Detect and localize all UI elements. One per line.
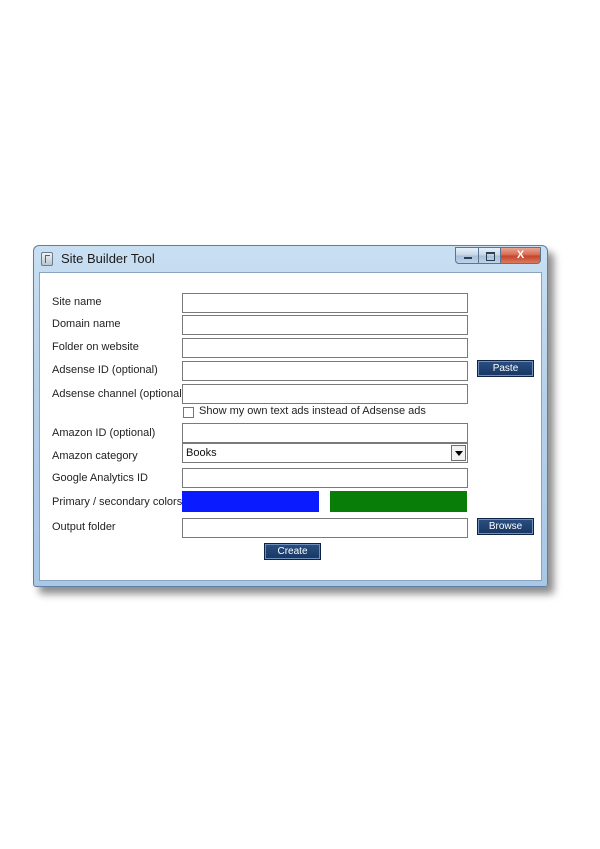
amazon-id-label: Amazon ID (optional) — [52, 427, 156, 439]
adsense-id-label: Adsense ID (optional) — [52, 364, 158, 376]
title-bar[interactable]: Site Builder Tool X — [34, 246, 547, 272]
own-text-ads-checkbox[interactable] — [183, 407, 194, 418]
site-builder-window: Site Builder Tool X Site name Domain nam… — [33, 245, 548, 587]
minimize-icon[interactable] — [455, 247, 479, 264]
google-analytics-id-label: Google Analytics ID — [52, 472, 148, 484]
folder-on-website-label: Folder on website — [52, 341, 139, 353]
chevron-down-icon[interactable] — [451, 445, 466, 461]
amazon-category-label: Amazon category — [52, 450, 138, 462]
google-analytics-id-input[interactable] — [182, 468, 468, 488]
browse-button[interactable]: Browse — [477, 518, 534, 535]
amazon-category-value: Books — [186, 447, 217, 459]
output-folder-input[interactable] — [182, 518, 468, 538]
close-icon[interactable]: X — [501, 247, 541, 264]
folder-on-website-input[interactable] — [182, 338, 468, 358]
output-folder-label: Output folder — [52, 521, 116, 533]
colors-label: Primary / secondary colors — [52, 496, 183, 508]
window-controls: X — [455, 247, 541, 264]
primary-color-swatch[interactable] — [182, 491, 319, 512]
secondary-color-swatch[interactable] — [330, 491, 467, 512]
maximize-icon[interactable] — [479, 247, 501, 264]
amazon-id-input[interactable] — [182, 423, 468, 443]
paste-button[interactable]: Paste — [477, 360, 534, 377]
adsense-channel-label: Adsense channel (optional) — [52, 388, 186, 400]
domain-name-input[interactable] — [182, 315, 468, 335]
app-icon — [41, 252, 53, 266]
domain-name-label: Domain name — [52, 318, 121, 330]
create-button[interactable]: Create — [264, 543, 321, 560]
own-text-ads-label: Show my own text ads instead of Adsense … — [199, 405, 426, 417]
site-name-label: Site name — [52, 296, 102, 308]
adsense-channel-input[interactable] — [182, 384, 468, 404]
amazon-category-select[interactable]: Books — [182, 443, 468, 463]
site-name-input[interactable] — [182, 293, 468, 313]
form-panel: Site name Domain name Folder on website … — [39, 272, 542, 581]
adsense-id-input[interactable] — [182, 361, 468, 381]
window-title: Site Builder Tool — [61, 251, 155, 266]
